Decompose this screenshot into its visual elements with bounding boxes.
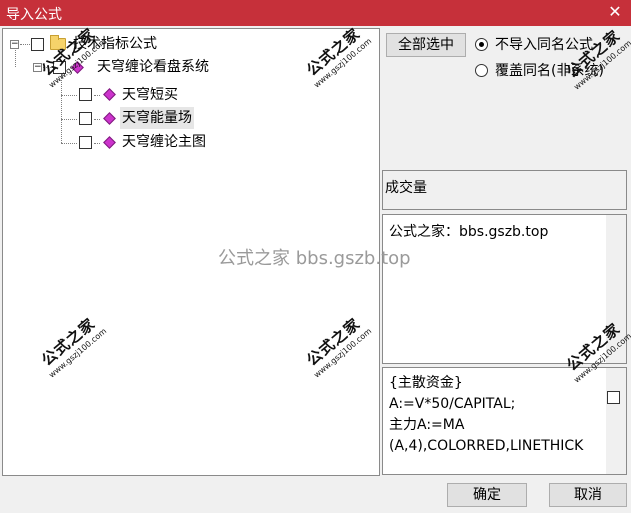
cancel-button[interactable]: 取消: [549, 483, 627, 507]
description-text: 公式之家：bbs.gszb.top: [389, 224, 549, 240]
tree-connector: [15, 50, 16, 67]
tree-connector: [61, 75, 62, 143]
watermark: 公式之家 www.gszj100.com: [559, 22, 631, 91]
code-line: A:=V*50/CAPITAL;: [389, 396, 516, 412]
formula-group-icon: [71, 61, 84, 74]
tree-connector: [94, 143, 100, 144]
close-icon[interactable]: ✕: [603, 1, 627, 25]
select-all-button[interactable]: 全部选中: [386, 33, 466, 57]
tree-connector: [61, 143, 77, 144]
tree-connector: [94, 119, 100, 120]
code-line: {主散资金}: [389, 375, 463, 391]
radio-button-selected[interactable]: [475, 38, 488, 51]
code-panel[interactable]: {主散资金} A:=V*50/CAPITAL; 主力A:=MA (A,4),CO…: [382, 367, 627, 475]
window-title: 导入公式: [6, 7, 62, 23]
code-checkbox[interactable]: [607, 391, 620, 404]
radio-button[interactable]: [475, 64, 488, 77]
tree-connector: [20, 44, 30, 45]
group-checkbox[interactable]: [53, 61, 66, 74]
tree-connector: [43, 67, 51, 68]
tree-root-label[interactable]: 技术指标公式: [73, 33, 157, 55]
radio-no-import[interactable]: 不导入同名公式: [475, 35, 625, 55]
item-checkbox[interactable]: [79, 88, 92, 101]
scrollbar-track[interactable]: [606, 368, 626, 474]
tree-item-label[interactable]: 天穹缠论主图: [122, 131, 206, 153]
tree-connector: [61, 95, 77, 96]
radio-overwrite-label: 覆盖同名(非系统): [495, 63, 604, 79]
tree-connector: [94, 95, 100, 96]
tree-item-label[interactable]: 天穹短买: [122, 84, 178, 106]
radio-no-import-label: 不导入同名公式: [495, 37, 593, 53]
item-checkbox[interactable]: [79, 112, 92, 125]
formula-icon: [103, 88, 116, 101]
info-panel: 成交量: [382, 170, 627, 210]
tree-group-label[interactable]: 天穹缠论看盘系统: [97, 56, 209, 78]
ok-button[interactable]: 确定: [447, 483, 527, 507]
formula-icon: [103, 136, 116, 149]
center-watermark: 公式之家 bbs.gszb.top: [218, 248, 411, 269]
folder-icon: [50, 35, 66, 50]
item-checkbox[interactable]: [79, 136, 92, 149]
formula-icon: [103, 112, 116, 125]
title-bar: 导入公式 ✕: [0, 0, 631, 26]
code-lines: {主散资金} A:=V*50/CAPITAL; 主力A:=MA (A,4),CO…: [389, 373, 583, 457]
code-line: (A,4),COLORRED,LINETHICK: [389, 438, 584, 454]
root-checkbox[interactable]: [31, 38, 44, 51]
tree-item-label-selected[interactable]: 天穹能量场: [120, 107, 194, 129]
tree-connector: [61, 119, 77, 120]
description-panel[interactable]: 公式之家：bbs.gszb.top: [382, 214, 627, 364]
volume-label: 成交量: [385, 180, 427, 196]
import-formula-dialog: 导入公式 ✕ − 技术指标公式 − 天穹缠论看盘系统 天穹短买 天穹能量场 天穹…: [0, 0, 631, 513]
scrollbar-track[interactable]: [606, 215, 626, 363]
radio-overwrite[interactable]: 覆盖同名(非系统): [475, 61, 625, 81]
code-line: 主力A:=MA: [389, 417, 465, 433]
group-expander[interactable]: −: [33, 63, 42, 72]
root-expander[interactable]: −: [10, 40, 19, 49]
